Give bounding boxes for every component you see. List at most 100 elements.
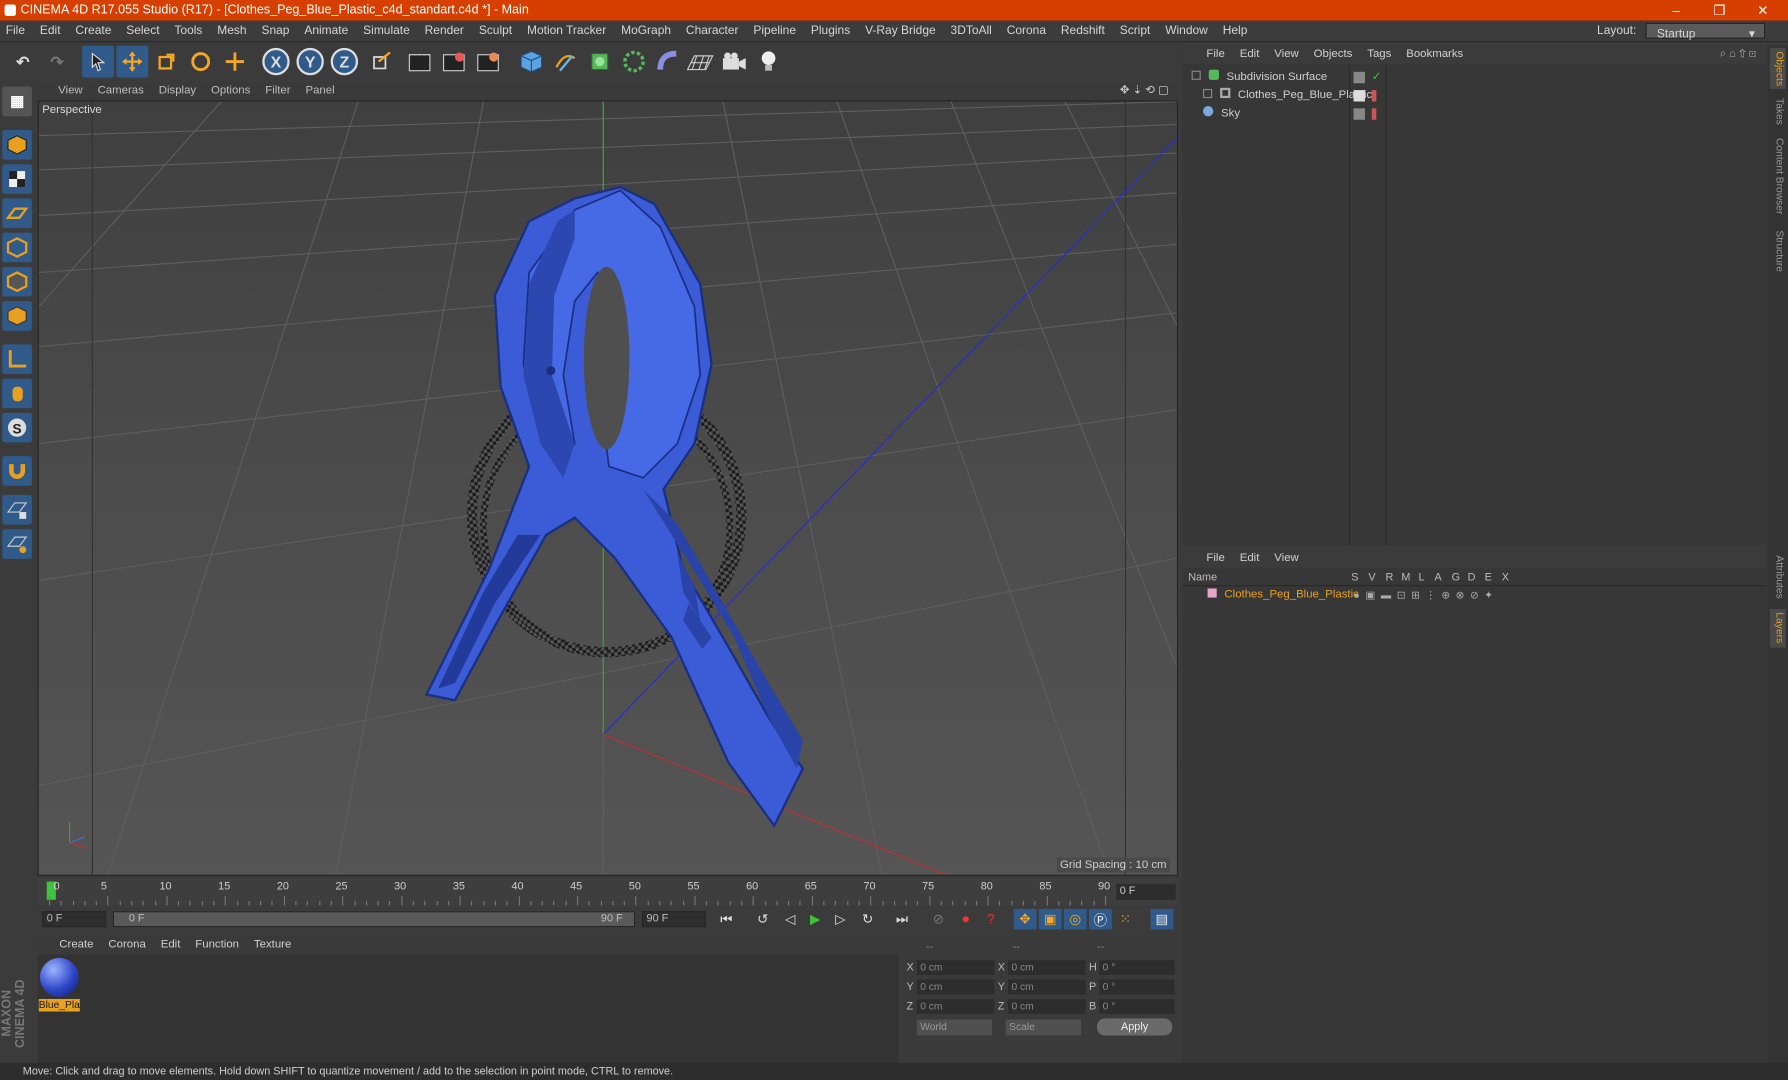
camera-icon[interactable] — [718, 46, 750, 78]
tab-layers[interactable]: Layers — [1769, 608, 1786, 648]
menu-redshift[interactable]: Redshift — [1055, 21, 1110, 43]
coord-space-select[interactable]: World — [916, 1019, 993, 1036]
object-row[interactable]: Subdivision Surface ✓ — [1187, 68, 1764, 86]
layermgr-menu-edit[interactable]: Edit — [1234, 550, 1265, 568]
play-icon[interactable]: ▶ — [804, 909, 827, 930]
layer-col-render[interactable]: R — [1385, 571, 1393, 584]
lock-workplane-icon[interactable] — [2, 494, 32, 525]
magnet-icon[interactable] — [2, 456, 32, 486]
layer-name[interactable]: Clothes_Peg_Blue_Plastic — [1224, 588, 1358, 601]
menu-help[interactable]: Help — [1217, 21, 1253, 43]
expand-icon[interactable] — [1203, 88, 1213, 99]
layer-col-manager[interactable]: M — [1401, 571, 1410, 584]
layer-col-view[interactable]: V — [1368, 571, 1375, 584]
rotation-p-field[interactable]: 0 ° — [1099, 979, 1175, 995]
spline-pen-icon[interactable] — [550, 46, 582, 78]
autokey-icon[interactable]: ⏺ — [954, 909, 977, 930]
checkmark-icon[interactable]: ✓ — [1372, 68, 1382, 86]
key-position-icon[interactable]: ✥ — [1013, 908, 1037, 930]
scale-tool-icon[interactable] — [151, 46, 183, 78]
rotate-tool-icon[interactable] — [185, 46, 217, 78]
menu-tools[interactable]: Tools — [169, 21, 208, 43]
previous-key-icon[interactable]: ↺ — [751, 909, 774, 930]
viewport-menu-view[interactable]: View — [52, 82, 88, 100]
tab-attributes[interactable]: Attributes — [1770, 550, 1785, 605]
menu-snap[interactable]: Snap — [256, 21, 295, 43]
visibility-toggle[interactable] — [1353, 108, 1365, 120]
rotation-h-field[interactable]: 0 ° — [1099, 960, 1175, 976]
render-settings-icon[interactable] — [472, 46, 504, 78]
object-row[interactable]: Sky — [1187, 105, 1764, 123]
tab-takes[interactable]: Takes — [1770, 96, 1785, 128]
objmgr-menu-edit[interactable]: Edit — [1234, 46, 1265, 64]
minimize-button[interactable]: – — [1656, 0, 1697, 21]
make-editable-icon[interactable]: ▦ — [2, 86, 32, 117]
z-axis-lock-icon[interactable]: Z — [330, 47, 359, 76]
light-icon[interactable] — [753, 46, 785, 78]
polygons-mode-icon[interactable] — [2, 301, 32, 331]
position-y-field[interactable]: 0 cm — [916, 979, 995, 995]
material-menu-function[interactable]: Function — [190, 936, 245, 954]
size-z-field[interactable]: 0 cm — [1008, 998, 1086, 1014]
next-frame-icon[interactable]: ▷ — [829, 909, 852, 930]
viewport-menu-display[interactable]: Display — [153, 82, 202, 100]
points-mode-icon[interactable] — [2, 232, 32, 263]
material-menu-corona[interactable]: Corona — [103, 936, 152, 954]
texture-mode-icon[interactable] — [2, 164, 32, 194]
transform-tool-icon[interactable] — [219, 46, 251, 78]
menu-character[interactable]: Character — [680, 21, 744, 43]
layer-col-expressions[interactable]: E — [1485, 571, 1492, 584]
object-name[interactable]: Clothes_Peg_Blue_Plastic — [1238, 89, 1372, 102]
key-parameter-icon[interactable]: Ⓟ — [1088, 908, 1112, 930]
previous-frame-icon[interactable]: ◁ — [779, 909, 802, 930]
collapse-icon[interactable] — [1191, 70, 1201, 80]
key-pla-icon[interactable]: ⁙ — [1114, 909, 1137, 930]
menu-script[interactable]: Script — [1114, 21, 1156, 43]
select-tool-icon[interactable] — [82, 45, 115, 78]
layer-col-xref[interactable]: X — [1502, 571, 1509, 584]
workplane-mode-icon[interactable] — [2, 198, 32, 229]
layer-col-generators[interactable]: G — [1452, 571, 1460, 584]
tab-content-browser[interactable]: Content Browser — [1770, 135, 1785, 219]
snap-icon[interactable]: S — [2, 412, 32, 443]
objmgr-menu-objects[interactable]: Objects — [1308, 46, 1358, 64]
menu-simulate[interactable]: Simulate — [357, 21, 415, 43]
objmgr-menu-bookmarks[interactable]: Bookmarks — [1401, 46, 1469, 64]
material-name[interactable]: Blue_Pla — [38, 998, 80, 1012]
objmgr-menu-view[interactable]: View — [1269, 46, 1305, 64]
size-x-field[interactable]: 0 cm — [1008, 960, 1086, 976]
tab-structure[interactable]: Structure — [1770, 226, 1785, 276]
position-z-field[interactable]: 0 cm — [916, 998, 995, 1014]
close-button[interactable]: ✕ — [1742, 0, 1783, 21]
planar-workplane-icon[interactable] — [2, 529, 32, 559]
viewport-menu-filter[interactable]: Filter — [260, 82, 297, 100]
deformer-icon[interactable] — [652, 46, 684, 78]
viewport-nav-icons[interactable]: ✥ ⇣ ⟲ ▢ — [1114, 82, 1174, 100]
coordinate-system-icon[interactable] — [365, 46, 397, 78]
layermgr-menu-file[interactable]: File — [1201, 550, 1231, 568]
layer-row[interactable]: Clothes_Peg_Blue_Plastic ●▣▬⊡⊞⋮⊕⊗⊘✦ — [1182, 586, 1759, 604]
layer-col-deformers[interactable]: D — [1468, 571, 1476, 584]
move-tool-icon[interactable] — [116, 45, 149, 78]
viewport-menu-cameras[interactable]: Cameras — [92, 82, 150, 100]
menu-plugins[interactable]: Plugins — [805, 21, 856, 43]
frame-range-slider[interactable]: 0 F 90 F — [112, 911, 636, 928]
x-axis-lock-icon[interactable]: X — [262, 47, 290, 76]
menu-create[interactable]: Create — [70, 21, 117, 43]
floor-icon[interactable] — [684, 46, 716, 78]
layer-toggle-icons[interactable]: ●▣▬⊡⊞⋮⊕⊗⊘✦ — [1354, 586, 1499, 604]
menu-file[interactable]: File — [0, 21, 31, 43]
menu-animate[interactable]: Animate — [299, 21, 354, 43]
menu-edit[interactable]: Edit — [34, 21, 66, 43]
undo-icon[interactable]: ↶ — [7, 46, 39, 78]
menu-window[interactable]: Window — [1160, 21, 1214, 43]
menu-mograph[interactable]: MoGraph — [615, 21, 676, 43]
material-menu-create[interactable]: Create — [54, 936, 100, 954]
y-axis-lock-icon[interactable]: Y — [296, 47, 324, 76]
layout-select[interactable]: Startup ▾ — [1645, 22, 1766, 41]
redo-icon[interactable]: ↷ — [41, 46, 73, 78]
key-scale-icon[interactable]: ▣ — [1038, 908, 1062, 930]
tab-objects[interactable]: Objects — [1769, 47, 1786, 89]
end-frame-field[interactable]: 90 F — [641, 911, 706, 928]
next-key-icon[interactable]: ↻ — [856, 909, 879, 930]
